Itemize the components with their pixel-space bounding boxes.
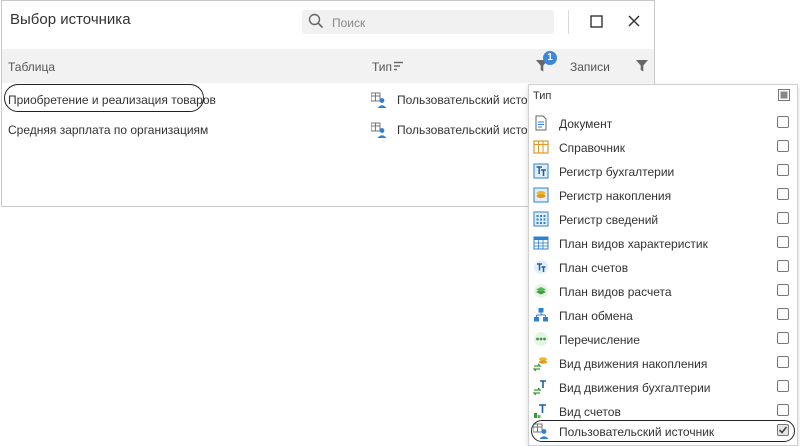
filter-option-enumeration[interactable]: Перечисление	[529, 327, 797, 351]
account-type-icon	[534, 404, 546, 418]
exchange-plan-icon	[534, 308, 548, 322]
filter-option-label: Вид счетов	[559, 405, 621, 419]
filter-option-label: Справочник	[559, 141, 625, 155]
information-register-icon	[533, 211, 549, 227]
filter-option-characteristic-types[interactable]: План видов характеристик	[529, 231, 797, 255]
filter-option-catalog[interactable]: Справочник	[529, 135, 797, 159]
filter-option-information-register[interactable]: Регистр сведений	[529, 207, 797, 231]
filter-option-document[interactable]: Документ	[529, 111, 797, 135]
row-type: Пользовательский источн	[397, 93, 541, 107]
chart-of-accounts-icon	[534, 260, 548, 274]
filter-option-checkbox[interactable]	[777, 164, 789, 176]
filter-panel-header: Тип	[529, 85, 797, 107]
filter-option-label: Вид движения накопления	[559, 357, 708, 371]
filter-option-checkbox[interactable]	[777, 212, 789, 224]
column-header-records[interactable]: Записи	[570, 60, 610, 74]
filter-option-label: Перечисление	[559, 333, 640, 347]
filter-option-label: Регистр сведений	[559, 213, 659, 227]
filter-option-accumulation-register[interactable]: Регистр накопления	[529, 183, 797, 207]
filter-option-accumulation-movement[interactable]: Вид движения накопления	[529, 351, 797, 375]
filter-option-checkbox[interactable]	[777, 116, 789, 128]
characteristic-types-icon	[533, 236, 549, 250]
filter-option-checkbox[interactable]	[777, 260, 789, 272]
catalog-icon	[533, 140, 549, 154]
column-header-table[interactable]: Таблица	[8, 60, 55, 74]
filter-option-label: План видов характеристик	[559, 237, 708, 251]
filter-panel-title: Тип	[533, 90, 552, 102]
filter-option-checkbox[interactable]	[777, 140, 789, 152]
option-highlight-oval	[531, 420, 795, 442]
search-icon	[308, 13, 324, 29]
filter-option-checkbox[interactable]	[777, 332, 789, 344]
close-icon[interactable]	[626, 13, 642, 29]
filter-option-checkbox[interactable]	[777, 380, 789, 392]
user-source-icon	[371, 122, 387, 138]
filter-option-chart-of-accounts[interactable]: План счетов	[529, 255, 797, 279]
calculation-types-icon	[534, 284, 548, 298]
select-all-icon[interactable]	[778, 89, 790, 101]
column-header-type[interactable]: Тип	[372, 60, 392, 74]
sort-icon[interactable]	[394, 61, 404, 71]
filter-option-label: План счетов	[559, 261, 629, 275]
filter-option-checkbox[interactable]	[777, 404, 789, 416]
filter-option-checkbox[interactable]	[777, 308, 789, 320]
filter-option-accounting-register[interactable]: Регистр бухгалтерии	[529, 159, 797, 183]
enumeration-icon	[534, 332, 548, 346]
filter-option-label: Документ	[559, 117, 613, 131]
records-filter-icon[interactable]	[636, 60, 648, 72]
filter-option-checkbox[interactable]	[777, 188, 789, 200]
filter-option-checkbox[interactable]	[777, 356, 789, 368]
filter-option-calculation-types[interactable]: План видов расчета	[529, 279, 797, 303]
user-source-icon	[371, 92, 387, 108]
filter-option-checkbox[interactable]	[777, 236, 789, 248]
dialog-title: Выбор источника	[10, 11, 131, 28]
maximize-icon[interactable]	[589, 14, 604, 29]
filter-option-checkbox[interactable]	[777, 284, 789, 296]
accounting-movement-icon	[533, 380, 546, 395]
accumulation-movement-icon	[533, 357, 547, 371]
row-highlight-oval	[4, 84, 204, 112]
row-type: Пользовательский источн	[397, 123, 541, 137]
filter-option-label: План видов расчета	[559, 285, 672, 299]
search-input[interactable]	[330, 12, 549, 34]
filter-option-accounting-movement[interactable]: Вид движения бухгалтерии	[529, 375, 797, 399]
type-filter-panel: Тип Документ Справочник Регистр бухгалте…	[528, 84, 798, 446]
toolbar-divider	[568, 10, 569, 34]
accounting-register-icon	[533, 163, 549, 179]
filter-option-label: Вид движения бухгалтерии	[559, 381, 711, 395]
filter-option-label: Регистр накопления	[559, 189, 672, 203]
filter-option-label: Регистр бухгалтерии	[559, 165, 675, 179]
search-box[interactable]	[302, 10, 554, 34]
document-icon	[535, 115, 547, 131]
row-name: Средняя зарплата по организациям	[8, 123, 209, 137]
accumulation-register-icon	[533, 187, 549, 203]
filter-option-exchange-plan[interactable]: План обмена	[529, 303, 797, 327]
filter-option-label: План обмена	[559, 309, 633, 323]
filter-count-badge: 1	[543, 51, 557, 65]
